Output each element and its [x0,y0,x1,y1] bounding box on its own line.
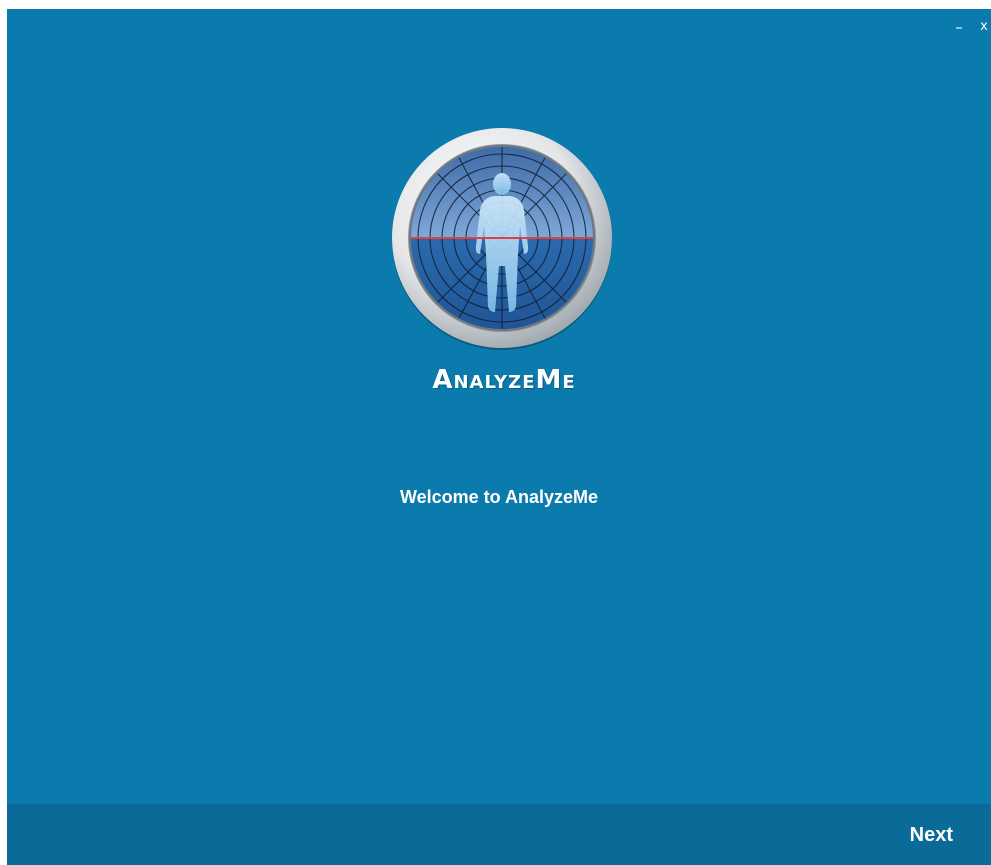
brand-name: AnalyzeMe [432,365,576,395]
next-button[interactable]: Next [910,824,953,847]
installer-window: – x AnalyzeMe Welcome to AnalyzeMe Next [7,9,991,865]
footer-bar: Next [7,804,991,865]
app-logo [390,126,614,350]
window-controls: – x [947,17,991,37]
minimize-button[interactable]: – [947,17,971,37]
body-scan-radar-logo-icon [392,128,612,350]
brand-wordmark: AnalyzeMe [375,365,633,395]
welcome-message: Welcome to AnalyzeMe [399,487,599,507]
close-button[interactable]: x [977,17,991,37]
